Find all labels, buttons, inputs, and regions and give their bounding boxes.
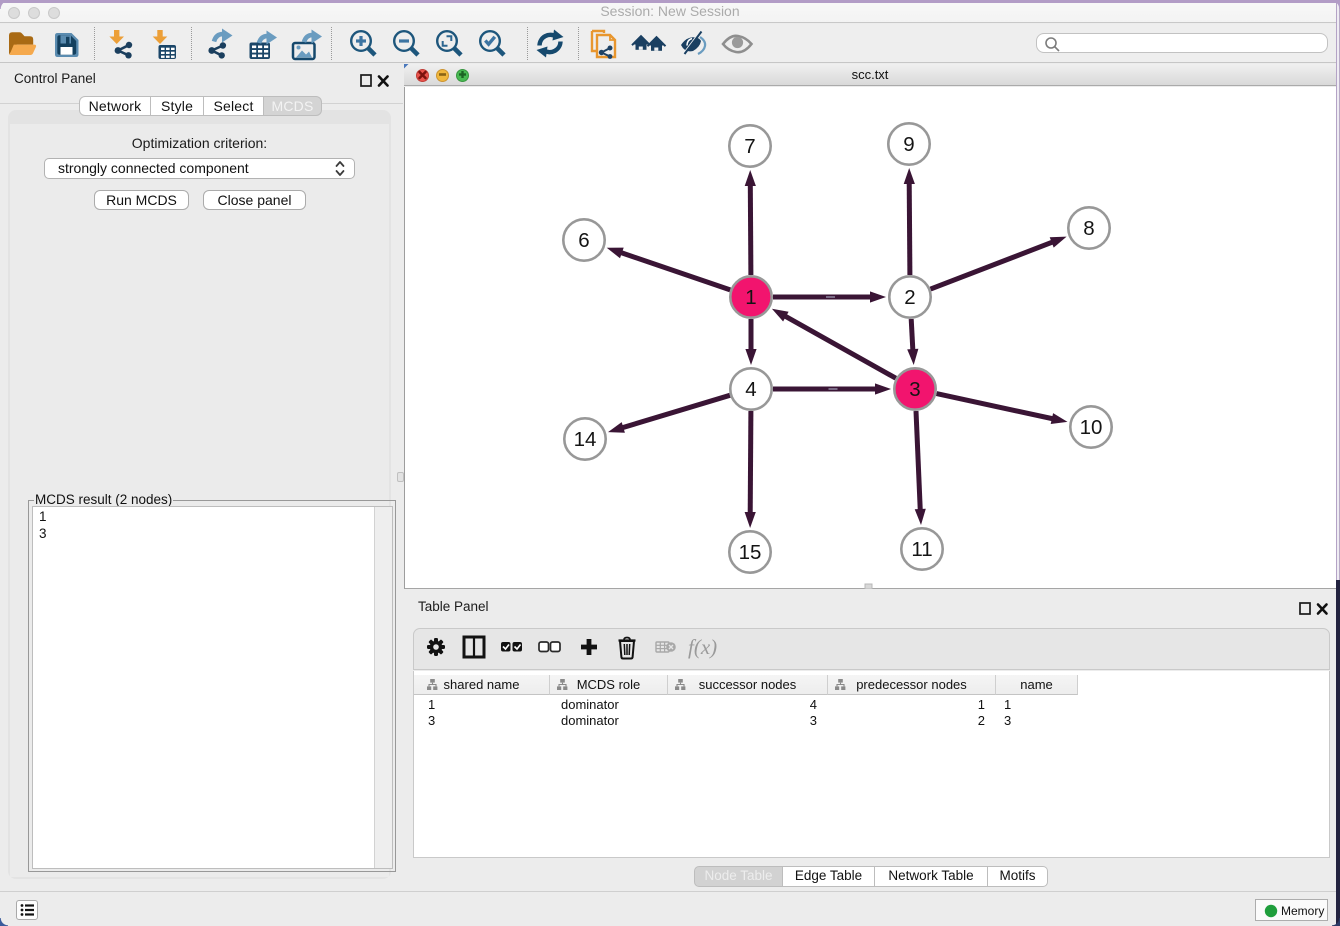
svg-text:7: 7	[744, 135, 755, 158]
svg-text:14: 14	[574, 428, 597, 451]
svg-text:15: 15	[739, 541, 762, 564]
svg-text:2: 2	[904, 286, 915, 309]
svg-text:6: 6	[578, 229, 589, 252]
svg-text:10: 10	[1080, 416, 1103, 439]
svg-text:4: 4	[745, 378, 756, 401]
svg-text:1: 1	[745, 286, 756, 309]
svg-text:9: 9	[903, 133, 914, 156]
svg-text:f(x): f(x)	[688, 635, 717, 659]
svg-text:8: 8	[1083, 217, 1094, 240]
svg-text:11: 11	[911, 538, 932, 561]
svg-text:3: 3	[909, 378, 920, 401]
